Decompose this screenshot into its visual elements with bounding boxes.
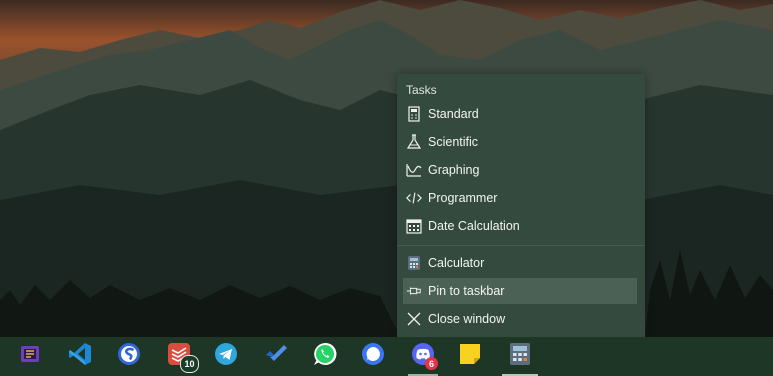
microsoft-todo-icon [264, 342, 288, 371]
task-date-calculation[interactable]: Date Calculation [403, 213, 637, 239]
task-graphing[interactable]: Graphing [403, 157, 637, 183]
simplenote-icon [117, 342, 141, 371]
taskbar-app-signal[interactable] [351, 337, 395, 376]
flask-icon [406, 134, 422, 150]
taskbar-app-purple[interactable] [8, 337, 52, 376]
todoist-badge: 10 [180, 355, 199, 373]
calendar-icon [406, 218, 422, 234]
task-programmer[interactable]: Programmer [403, 185, 637, 211]
pin-icon [406, 283, 422, 299]
taskbar-app-telegram[interactable] [204, 337, 248, 376]
tasks-header: Tasks [406, 83, 437, 97]
task-programmer-label: Programmer [428, 191, 498, 205]
taskbar-app-whatsapp[interactable] [303, 337, 347, 376]
taskbar-app-simplenote[interactable] [107, 337, 151, 376]
task-date-calculation-label: Date Calculation [428, 219, 520, 233]
open-calculator-item[interactable]: Calculator [403, 250, 637, 276]
close-icon [406, 311, 422, 327]
taskbar-app-sticky-notes[interactable] [448, 337, 492, 376]
pin-to-taskbar-label: Pin to taskbar [428, 284, 505, 298]
task-graphing-label: Graphing [428, 163, 480, 177]
standard-calculator-icon [406, 106, 422, 122]
desktop-wallpaper [0, 0, 773, 337]
taskbar-app-calculator[interactable] [498, 337, 542, 376]
pin-to-taskbar-item[interactable]: Pin to taskbar [403, 278, 637, 304]
taskbar-app-discord[interactable]: 6 [401, 337, 445, 376]
taskbar-app-microsoft-todo[interactable] [254, 337, 298, 376]
task-standard[interactable]: Standard [403, 101, 637, 127]
close-window-label: Close window [428, 312, 506, 326]
signal-icon [361, 342, 385, 371]
calculator-taskbar-icon [509, 342, 531, 371]
task-scientific[interactable]: Scientific [403, 129, 637, 155]
code-icon [406, 190, 422, 206]
jump-list-menu: Tasks Standard Scientific Graphing Progr… [397, 74, 645, 337]
calculator-app-icon [406, 255, 422, 271]
discord-badge: 6 [425, 357, 438, 370]
task-standard-label: Standard [428, 107, 479, 121]
taskbar: 10 6 [0, 337, 773, 376]
telegram-icon [214, 342, 238, 371]
taskbar-app-vscode[interactable] [58, 337, 102, 376]
whatsapp-icon [313, 342, 337, 371]
close-window-item[interactable]: Close window [403, 306, 637, 332]
app-purple-icon [20, 344, 40, 369]
graph-icon [406, 162, 422, 178]
task-scientific-label: Scientific [428, 135, 479, 149]
calculator-label: Calculator [428, 256, 485, 270]
taskbar-app-todoist[interactable]: 10 [157, 337, 201, 376]
menu-divider [397, 245, 645, 246]
sticky-notes-icon [458, 342, 482, 371]
vscode-icon [68, 342, 92, 371]
